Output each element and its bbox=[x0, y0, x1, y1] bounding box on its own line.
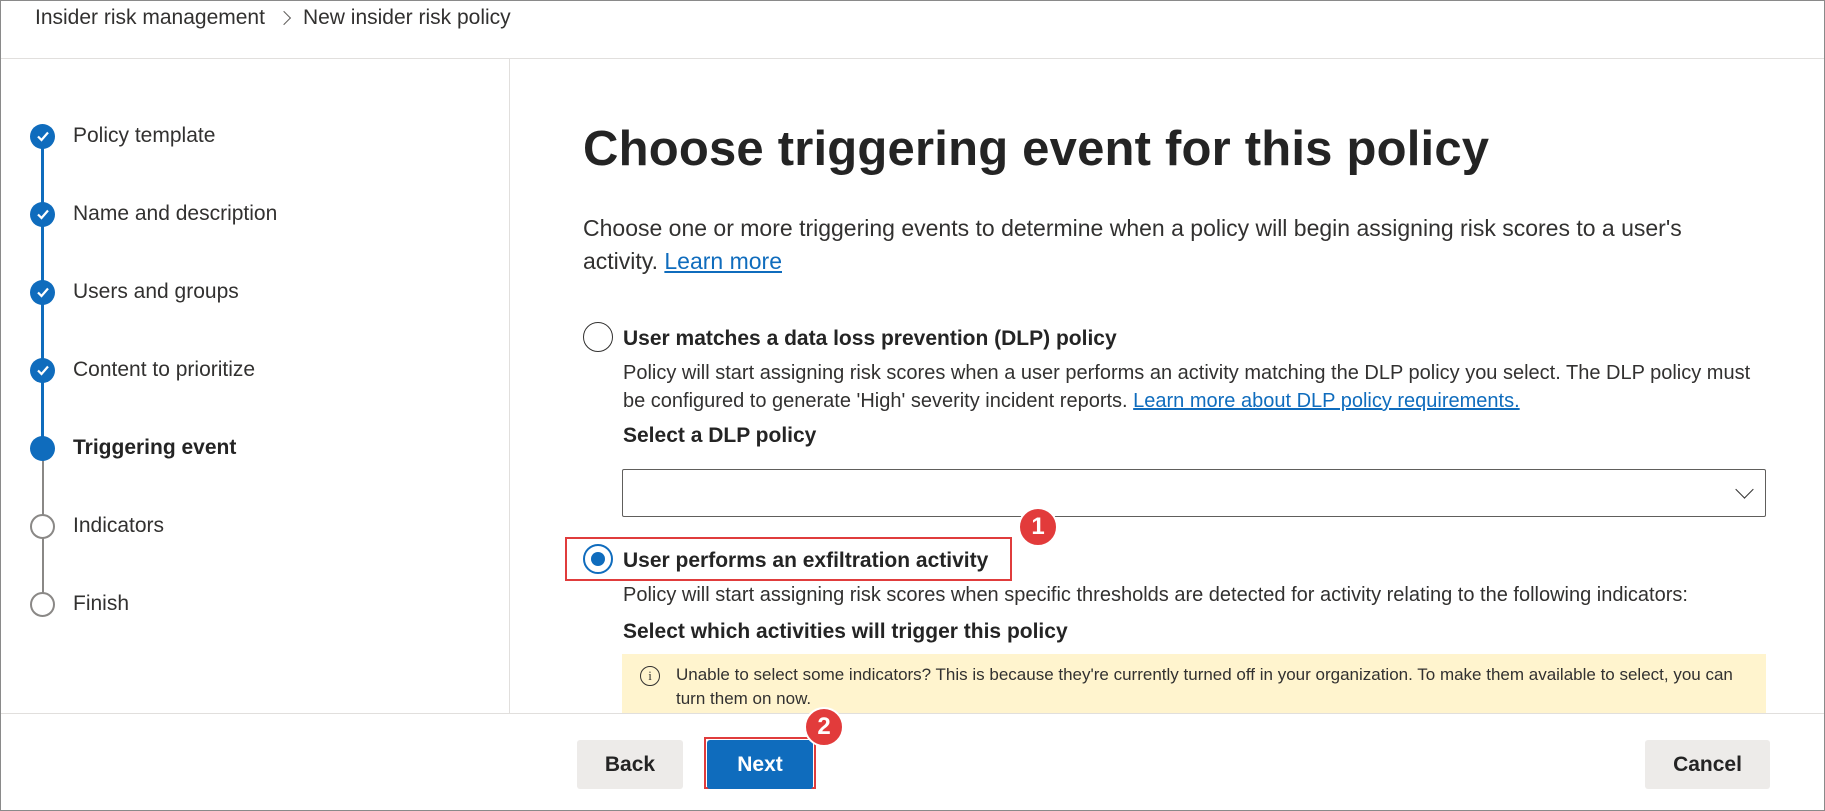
footer-divider bbox=[1, 713, 1824, 714]
step-connector bbox=[41, 303, 44, 359]
step-badge-1: 1 bbox=[1018, 507, 1058, 547]
step-connector bbox=[42, 537, 44, 593]
step-finish: Finish bbox=[30, 589, 129, 619]
page-title: Choose triggering event for this policy bbox=[583, 122, 1490, 176]
wizard-stepper: Policy template Name and description Use… bbox=[0, 59, 510, 713]
step-label: Content to prioritize bbox=[73, 358, 256, 381]
cancel-button[interactable]: Cancel bbox=[1645, 740, 1770, 789]
current-step-icon bbox=[30, 435, 55, 461]
back-button[interactable]: Back bbox=[577, 740, 683, 789]
breadcrumb: Insider risk management New insider risk… bbox=[35, 6, 511, 30]
checkmark-icon bbox=[30, 279, 55, 305]
exfiltration-option-description: Policy will start assigning risk scores … bbox=[623, 584, 1688, 606]
dlp-select-label: Select a DLP policy bbox=[623, 424, 817, 447]
step-connector bbox=[41, 381, 44, 437]
checkmark-icon bbox=[30, 123, 55, 149]
step-label: Indicators bbox=[73, 514, 165, 537]
step-label: Finish bbox=[73, 592, 130, 615]
step-users-and-groups[interactable]: Users and groups bbox=[30, 277, 239, 307]
learn-more-link[interactable]: Learn more bbox=[664, 248, 782, 274]
dlp-option-radio[interactable] bbox=[583, 322, 613, 352]
chevron-down-icon bbox=[1735, 480, 1754, 499]
pending-step-icon bbox=[30, 513, 55, 539]
info-icon: i bbox=[640, 666, 660, 686]
next-button[interactable]: Next bbox=[707, 740, 813, 789]
checkmark-icon bbox=[30, 357, 55, 383]
pending-step-icon bbox=[30, 591, 55, 617]
intro-text: Choose one or more triggering events to … bbox=[583, 212, 1763, 278]
step-indicators: Indicators bbox=[30, 511, 164, 541]
step-connector bbox=[41, 225, 44, 281]
chevron-right-icon bbox=[276, 10, 292, 26]
checkmark-icon bbox=[30, 201, 55, 227]
step-triggering-event[interactable]: Triggering event bbox=[30, 433, 236, 463]
step-label: Users and groups bbox=[73, 280, 239, 303]
step-name-and-description[interactable]: Name and description bbox=[30, 199, 277, 229]
info-message-text: Unable to select some indicators? This i… bbox=[676, 665, 1733, 708]
step-policy-template[interactable]: Policy template bbox=[30, 121, 215, 151]
info-message-bar: i Unable to select some indicators? This… bbox=[622, 654, 1766, 713]
dlp-requirements-link[interactable]: Learn more about DLP policy requirements… bbox=[1133, 390, 1520, 412]
step-label: Name and description bbox=[73, 202, 278, 225]
breadcrumb-root-link[interactable]: Insider risk management bbox=[35, 6, 265, 30]
exfiltration-option-title: User performs an exfiltration activity bbox=[623, 549, 989, 572]
dlp-option-title: User matches a data loss prevention (DLP… bbox=[623, 327, 1117, 350]
dlp-option-description: Policy will start assigning risk scores … bbox=[623, 359, 1763, 415]
exfiltration-option-radio[interactable] bbox=[583, 544, 613, 574]
step-connector bbox=[42, 459, 44, 515]
step-badge-2: 2 bbox=[804, 707, 844, 747]
step-label: Triggering event bbox=[73, 436, 237, 459]
dlp-policy-dropdown[interactable] bbox=[622, 469, 1766, 517]
activities-label: Select which activities will trigger thi… bbox=[623, 620, 1068, 643]
step-connector bbox=[41, 147, 44, 203]
step-label: Policy template bbox=[73, 124, 216, 147]
step-content-to-prioritize[interactable]: Content to prioritize bbox=[30, 355, 255, 385]
breadcrumb-current: New insider risk policy bbox=[302, 6, 511, 29]
